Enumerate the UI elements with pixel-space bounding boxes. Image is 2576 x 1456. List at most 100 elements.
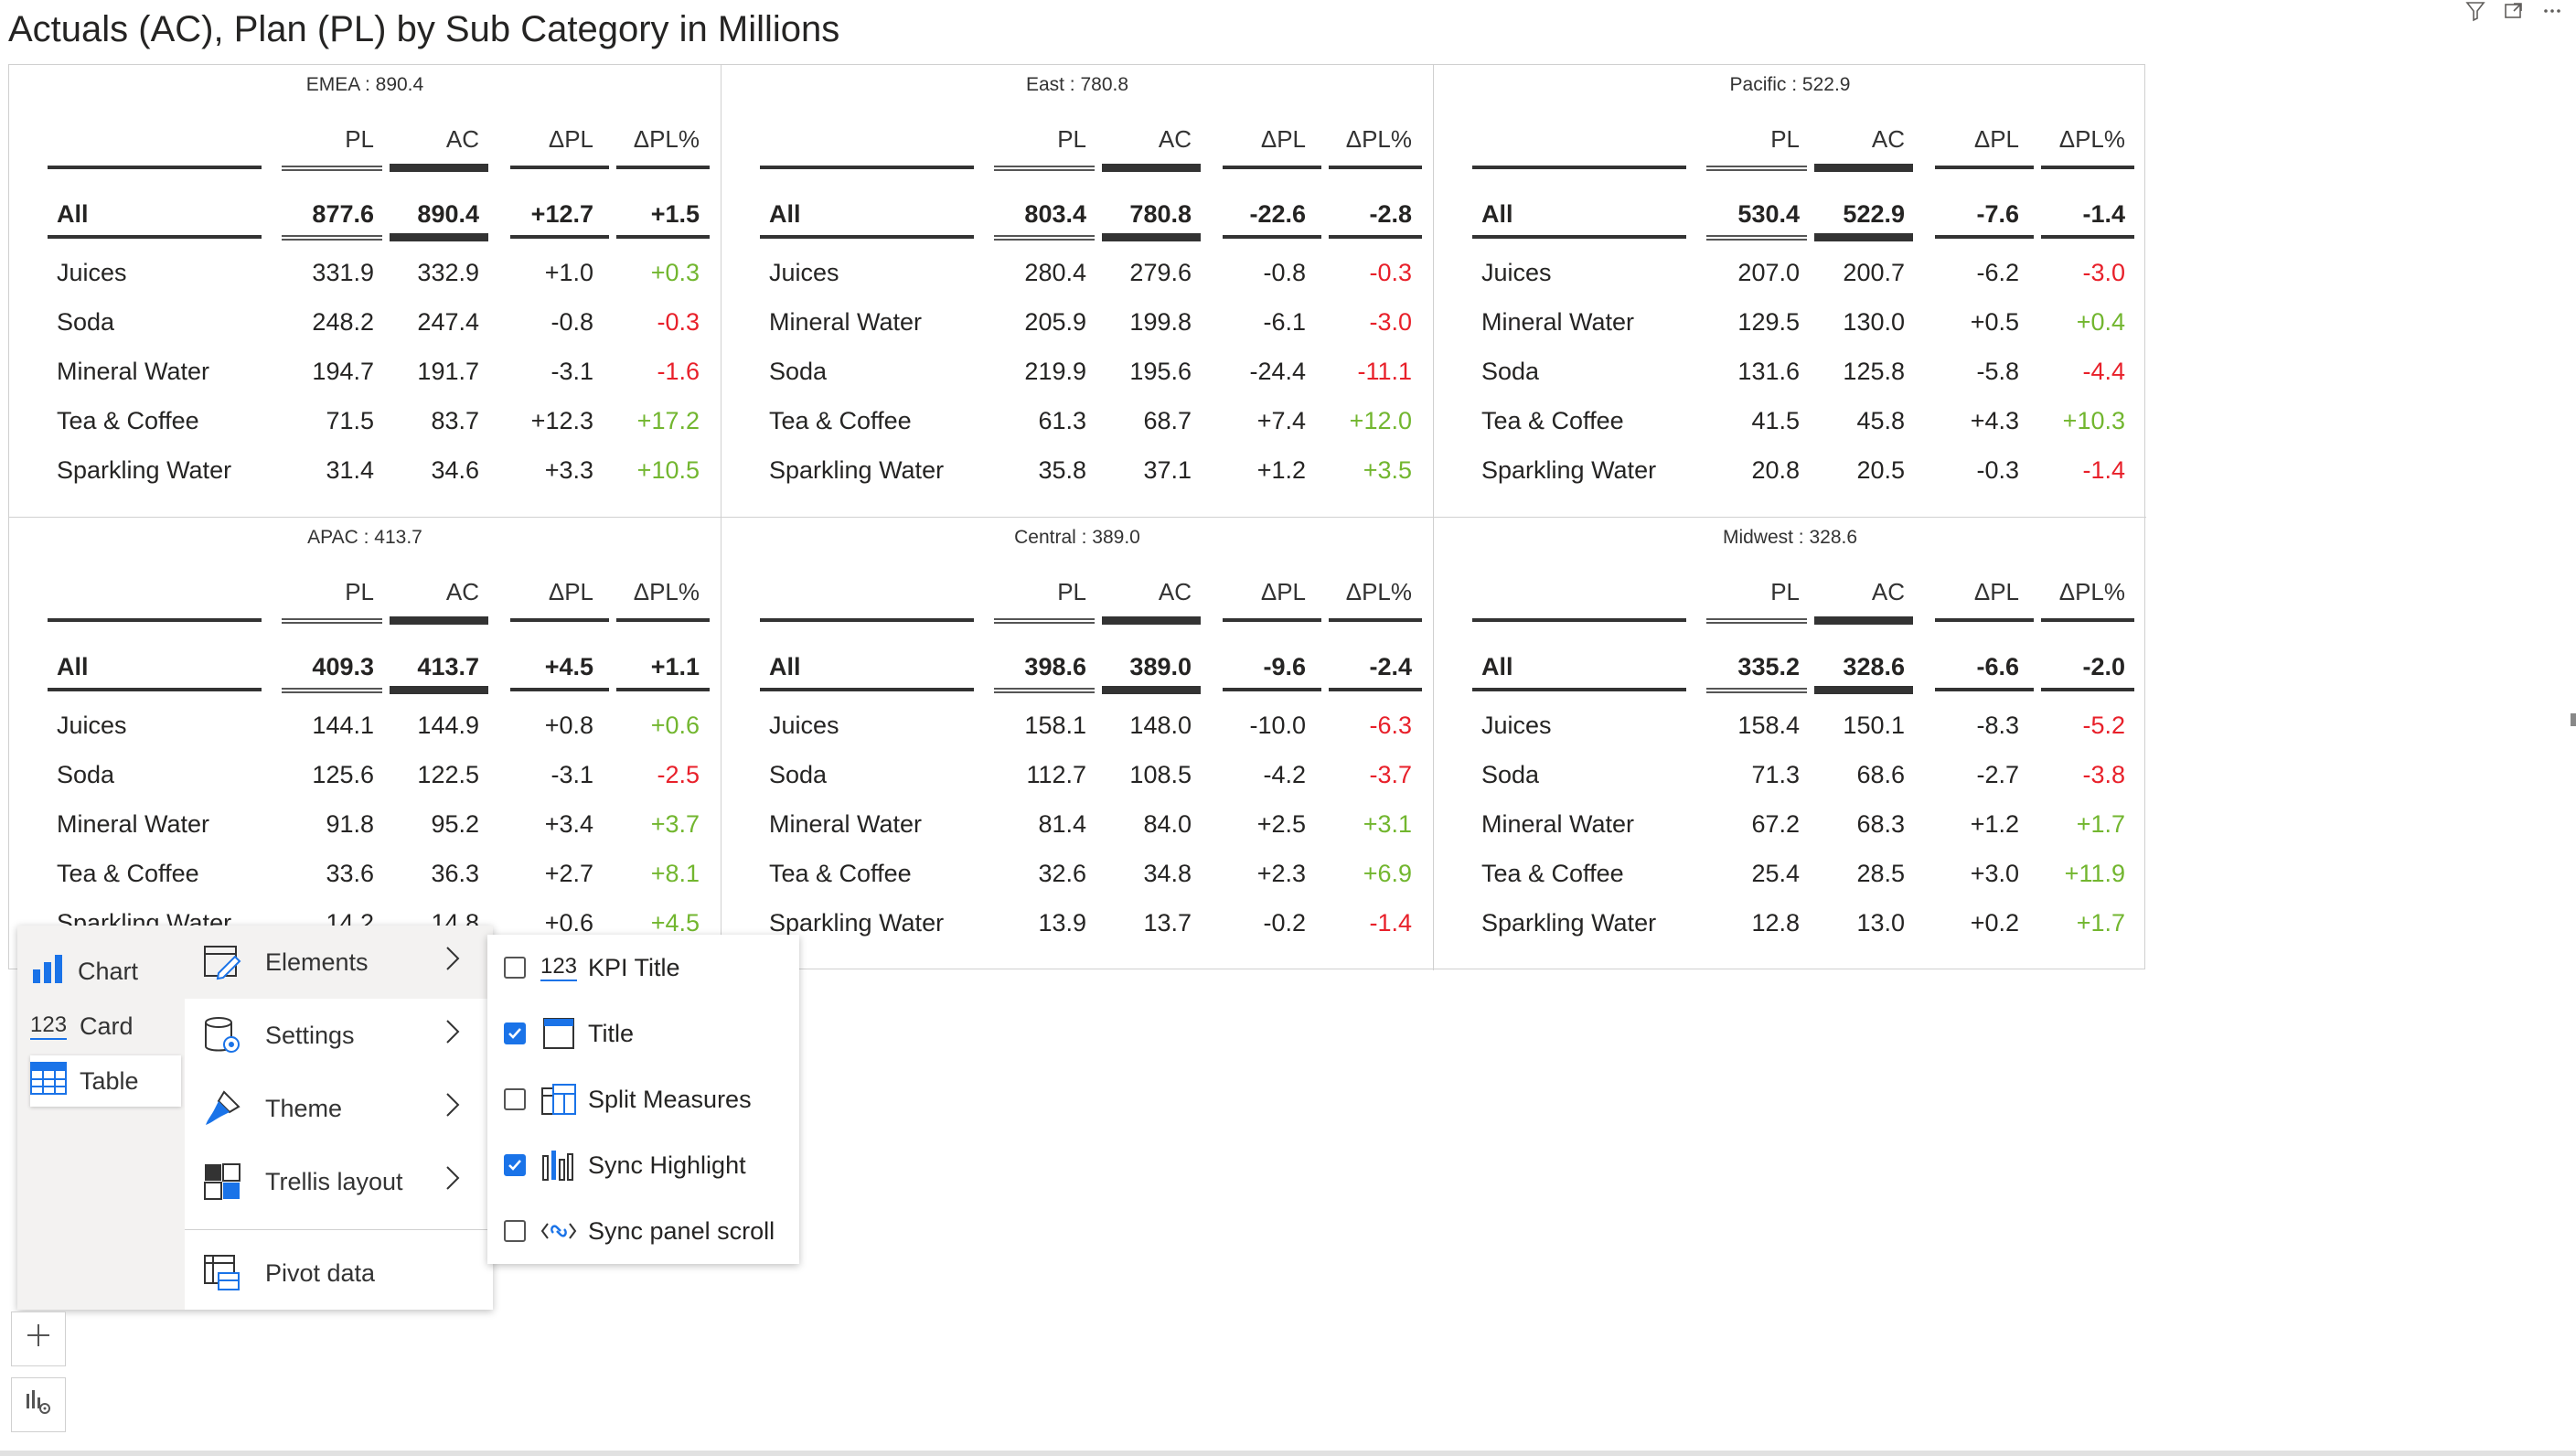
trellis-panel-apac[interactable]: APAC : 413.7 PL AC ΔPL ΔPL% All 409.3 413.7 +4.5…	[9, 518, 721, 970]
row-label[interactable]: Tea & Coffee	[57, 860, 199, 888]
row-label[interactable]: Tea & Coffee	[769, 407, 912, 435]
visual-type-card[interactable]: 123 Card	[30, 1001, 181, 1052]
cell-dpl-percent[interactable]: +1.7	[2077, 909, 2125, 937]
column-header-ac[interactable]: AC	[446, 578, 479, 606]
total-cell-dpl[interactable]: -9.6	[1263, 653, 1306, 681]
column-header-dplp[interactable]: ΔPL%	[1346, 578, 1412, 606]
column-header-dpl[interactable]: ΔPL	[1261, 578, 1306, 606]
cell-dpl[interactable]: +0.5	[1971, 308, 2019, 337]
row-label[interactable]: Juices	[1481, 712, 1552, 740]
column-header-dpl[interactable]: ΔPL	[1261, 125, 1306, 154]
cell-pl[interactable]: 13.9	[1038, 909, 1086, 937]
cell-pl[interactable]: 219.9	[1024, 358, 1086, 386]
total-cell-pl[interactable]: 803.4	[1024, 200, 1086, 229]
total-row-label[interactable]: All	[1481, 200, 1513, 229]
cell-dpl[interactable]: -24.4	[1249, 358, 1306, 386]
row-label[interactable]: Mineral Water	[1481, 810, 1634, 839]
total-cell-ac[interactable]: 328.6	[1843, 653, 1905, 681]
cell-dpl-percent[interactable]: +10.5	[637, 456, 700, 485]
cell-ac[interactable]: 34.8	[1143, 860, 1192, 888]
cell-dpl[interactable]: +2.5	[1257, 810, 1306, 839]
cell-dpl-percent[interactable]: +1.7	[2077, 810, 2125, 839]
column-header-pl[interactable]: PL	[1057, 125, 1086, 154]
row-label[interactable]: Mineral Water	[1481, 308, 1634, 337]
cell-dpl[interactable]: -5.8	[1976, 358, 2019, 386]
row-label[interactable]: Sparkling Water	[1481, 909, 1656, 937]
total-cell-ac[interactable]: 890.4	[417, 200, 479, 229]
total-cell-pl[interactable]: 530.4	[1737, 200, 1800, 229]
cell-pl[interactable]: 194.7	[312, 358, 374, 386]
menu-item-trellis-layout[interactable]: Trellis layout	[185, 1145, 493, 1218]
checkbox-unchecked[interactable]	[504, 1088, 526, 1110]
cell-pl[interactable]: 125.6	[312, 761, 374, 789]
cell-pl[interactable]: 25.4	[1751, 860, 1800, 888]
submenu-item-title[interactable]: Title	[487, 1001, 799, 1066]
cell-dpl-percent[interactable]: -11.1	[1357, 358, 1412, 386]
row-label[interactable]: Mineral Water	[57, 358, 209, 386]
submenu-item-kpi-title[interactable]: 123 KPI Title	[487, 935, 799, 1001]
cell-dpl-percent[interactable]: +3.1	[1363, 810, 1412, 839]
checkbox-unchecked[interactable]	[504, 1220, 526, 1242]
cell-dpl-percent[interactable]: -3.0	[1369, 308, 1412, 337]
cell-ac[interactable]: 125.8	[1843, 358, 1905, 386]
cell-pl[interactable]: 144.1	[312, 712, 374, 740]
row-label[interactable]: Mineral Water	[769, 308, 922, 337]
row-label[interactable]: Soda	[769, 761, 827, 789]
cell-ac[interactable]: 247.4	[417, 308, 479, 337]
cell-dpl-percent[interactable]: +0.3	[651, 259, 700, 287]
column-header-dplp[interactable]: ΔPL%	[2059, 578, 2125, 606]
filter-icon[interactable]	[2464, 0, 2486, 26]
cell-ac[interactable]: 130.0	[1843, 308, 1905, 337]
total-cell-dplp[interactable]: -2.8	[1369, 200, 1412, 229]
total-cell-ac[interactable]: 522.9	[1843, 200, 1905, 229]
cell-dpl-percent[interactable]: +0.6	[651, 712, 700, 740]
cell-pl[interactable]: 205.9	[1024, 308, 1086, 337]
cell-dpl[interactable]: +2.3	[1257, 860, 1306, 888]
cell-dpl[interactable]: -0.2	[1263, 909, 1306, 937]
cell-ac[interactable]: 28.5	[1856, 860, 1905, 888]
cell-pl[interactable]: 61.3	[1038, 407, 1086, 435]
cell-pl[interactable]: 33.6	[326, 860, 374, 888]
row-label[interactable]: Tea & Coffee	[1481, 860, 1624, 888]
cell-ac[interactable]: 148.0	[1129, 712, 1192, 740]
cell-pl[interactable]: 112.7	[1026, 761, 1086, 789]
cell-dpl-percent[interactable]: -5.2	[2082, 712, 2125, 740]
total-row-label[interactable]: All	[1481, 653, 1513, 681]
total-cell-dplp[interactable]: -2.0	[2082, 653, 2125, 681]
trellis-panel-pacific[interactable]: Pacific : 522.9 PL AC ΔPL ΔPL% All 530.4 522.9 -…	[1434, 65, 2146, 518]
menu-item-settings[interactable]: Settings	[185, 999, 493, 1072]
row-label[interactable]: Juices	[769, 712, 839, 740]
cell-dpl-percent[interactable]: +12.0	[1350, 407, 1412, 435]
cell-dpl[interactable]: +1.2	[1257, 456, 1306, 485]
cell-ac[interactable]: 332.9	[417, 259, 479, 287]
add-button[interactable]	[11, 1311, 66, 1366]
total-cell-dplp[interactable]: +1.1	[651, 653, 700, 681]
column-header-dplp[interactable]: ΔPL%	[634, 125, 700, 154]
total-cell-ac[interactable]: 413.7	[417, 653, 479, 681]
cell-dpl[interactable]: +0.8	[545, 712, 593, 740]
row-label[interactable]: Sparkling Water	[769, 909, 944, 937]
total-cell-ac[interactable]: 780.8	[1129, 200, 1192, 229]
cell-dpl-percent[interactable]: +11.9	[2065, 860, 2125, 888]
cell-dpl[interactable]: -3.1	[550, 761, 593, 789]
cell-ac[interactable]: 84.0	[1143, 810, 1192, 839]
column-header-ac[interactable]: AC	[1872, 578, 1905, 606]
total-row-label[interactable]: All	[769, 200, 801, 229]
row-label[interactable]: Soda	[57, 761, 114, 789]
submenu-item-split-measures[interactable]: Split Measures	[487, 1066, 799, 1132]
total-row-label[interactable]: All	[57, 653, 89, 681]
cell-pl[interactable]: 280.4	[1024, 259, 1086, 287]
cell-dpl-percent[interactable]: -1.4	[2082, 456, 2125, 485]
cell-dpl-percent[interactable]: +4.5	[651, 909, 700, 937]
cell-ac[interactable]: 150.1	[1843, 712, 1905, 740]
total-cell-pl[interactable]: 335.2	[1737, 653, 1800, 681]
cell-pl[interactable]: 207.0	[1737, 259, 1800, 287]
row-label[interactable]: Juices	[57, 259, 127, 287]
cell-dpl-percent[interactable]: -3.7	[1369, 761, 1412, 789]
cell-pl[interactable]: 91.8	[326, 810, 374, 839]
trellis-panel-midwest[interactable]: Midwest : 328.6 PL AC ΔPL ΔPL% All 335.2 328.6 -…	[1434, 518, 2146, 970]
total-cell-dpl[interactable]: -6.6	[1976, 653, 2019, 681]
total-cell-dpl[interactable]: -7.6	[1976, 200, 2019, 229]
checkbox-unchecked[interactable]	[504, 957, 526, 979]
row-label[interactable]: Juices	[57, 712, 127, 740]
